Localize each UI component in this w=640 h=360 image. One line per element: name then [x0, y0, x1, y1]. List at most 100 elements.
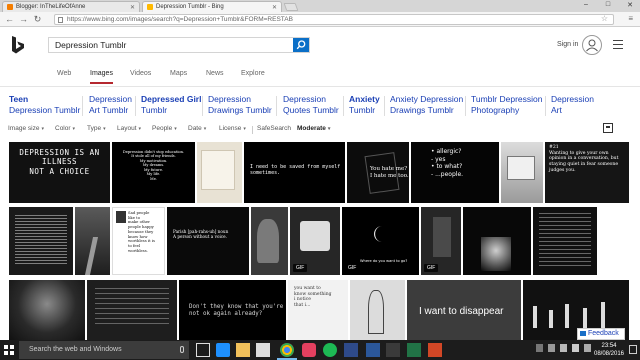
excel-icon[interactable]: [407, 343, 421, 357]
search-input[interactable]: [49, 38, 289, 52]
image-result[interactable]: you want to know something i notice that…: [288, 280, 348, 340]
tray-arrow-icon[interactable]: [536, 344, 543, 352]
image-result[interactable]: Depression didn't stop education. It sto…: [112, 142, 195, 203]
image-result[interactable]: Parish [pah-rahs-uh] noun A person witho…: [167, 207, 249, 275]
taskbar-search-box[interactable]: Search the web and Windows: [19, 341, 189, 359]
close-tab-icon[interactable]: ✕: [269, 4, 277, 11]
bing-logo-icon[interactable]: [10, 35, 26, 55]
tab-news[interactable]: News: [206, 70, 224, 77]
cage-figure: [481, 237, 511, 271]
battery-icon[interactable]: [548, 344, 555, 352]
avatar[interactable]: [582, 35, 602, 55]
image-result[interactable]: I want to disappear: [407, 280, 521, 340]
app-icon[interactable]: [344, 343, 358, 357]
tab-maps[interactable]: Maps: [170, 70, 187, 77]
search-button[interactable]: [293, 38, 309, 52]
image-caption: Sad people like to make other people hap…: [128, 210, 155, 253]
volume-icon[interactable]: [572, 344, 579, 352]
image-result[interactable]: GIF: [421, 207, 461, 275]
powerpoint-icon[interactable]: [428, 343, 442, 357]
minimize-button[interactable]: –: [580, 1, 592, 9]
image-result[interactable]: [251, 207, 288, 275]
app-icon[interactable]: [386, 343, 400, 357]
image-result[interactable]: #21 Wanting to give your own opinion in …: [545, 142, 629, 203]
image-result[interactable]: You hate me? I hate me too.: [347, 142, 409, 203]
image-result[interactable]: [350, 280, 405, 340]
address-bar[interactable]: https://www.bing.com/images/search?q=Dep…: [54, 14, 614, 25]
filter-image-size[interactable]: Image size ▾: [8, 125, 44, 132]
filter-type[interactable]: Type ▾: [87, 125, 106, 132]
reload-icon[interactable]: ↻: [32, 14, 43, 25]
related-search-link[interactable]: Teen Depression Tumblr: [9, 94, 80, 115]
image-result[interactable]: [197, 142, 242, 203]
file-explorer-icon[interactable]: [236, 343, 250, 357]
image-caption: Where do you want to go?: [360, 259, 408, 263]
feedback-button[interactable]: Feedback: [577, 328, 625, 340]
bookmark-star-icon[interactable]: ☆: [601, 14, 608, 23]
toggle-panel-icon[interactable]: [603, 123, 613, 133]
notifications-icon[interactable]: [629, 345, 637, 354]
back-arrow-icon[interactable]: ←: [4, 14, 15, 25]
filter-date[interactable]: Date ▾: [188, 125, 206, 132]
new-tab-button[interactable]: [283, 3, 299, 11]
related-search-link[interactable]: Depressed Girl Tumblr: [141, 94, 201, 115]
maximize-button[interactable]: □: [602, 1, 614, 9]
tab-bing-search[interactable]: Depression Tumblr - Bing ✕: [142, 1, 282, 12]
taskbar-clock[interactable]: 23:54 08/08/2016: [589, 342, 629, 358]
tab-videos[interactable]: Videos: [130, 70, 151, 77]
forward-arrow-icon[interactable]: →: [18, 14, 29, 25]
store-icon[interactable]: [256, 343, 270, 357]
close-tab-icon[interactable]: ✕: [127, 4, 135, 11]
filter-people[interactable]: People ▾: [152, 125, 177, 132]
related-search-link[interactable]: Depression Quotes Tumblr: [283, 94, 339, 115]
related-search-link[interactable]: Tumblr Depression Photography: [471, 94, 543, 115]
hamburger-menu-icon[interactable]: [613, 40, 623, 49]
browser-menu-icon[interactable]: ≡: [628, 14, 633, 23]
image-caption: Don't they know that you're not ok again…: [189, 304, 284, 318]
close-window-button[interactable]: ✕: [624, 1, 636, 9]
chrome-icon[interactable]: [277, 343, 297, 360]
image-result[interactable]: [75, 207, 110, 275]
image-result[interactable]: Where do you want to go? GIF: [342, 207, 419, 275]
related-search-link[interactable]: Depression Art Tumblr: [89, 94, 132, 115]
text-lines: [15, 215, 67, 265]
image-result[interactable]: • allergic? - yes • to what? - ...people…: [411, 142, 499, 203]
image-result[interactable]: [87, 280, 177, 340]
filter-license[interactable]: License ▾: [219, 125, 246, 132]
image-result[interactable]: [463, 207, 531, 275]
image-result[interactable]: [9, 280, 85, 340]
related-line2: Drawings Tumblr: [390, 104, 454, 115]
tab-blogger[interactable]: Blogger: InTheLifeOfAnne ✕: [2, 1, 140, 12]
image-result[interactable]: DEPRESSION IS AN ILLNESS NOT A CHOICE: [9, 142, 110, 203]
microphone-icon[interactable]: [180, 346, 184, 353]
safesearch-dropdown[interactable]: Moderate ▾: [297, 125, 330, 132]
edge-icon[interactable]: [216, 343, 230, 357]
word-icon[interactable]: [366, 343, 380, 357]
image-result[interactable]: Don't they know that you're not ok again…: [179, 280, 286, 340]
related-search-link[interactable]: Depression Art: [551, 94, 594, 115]
related-search-link[interactable]: Anxiety Depression Drawings Tumblr: [390, 94, 463, 115]
tab-explore[interactable]: Explore: [241, 70, 265, 77]
network-icon[interactable]: [560, 344, 567, 352]
related-search-link[interactable]: Anxiety Tumblr: [349, 94, 380, 115]
task-view-icon[interactable]: [196, 343, 210, 357]
image-result[interactable]: [9, 207, 73, 275]
spotify-icon[interactable]: [323, 343, 337, 357]
image-result[interactable]: [501, 142, 543, 203]
text-lines: [539, 213, 591, 269]
window: [433, 217, 451, 257]
related-search-link[interactable]: Depression Drawings Tumblr: [208, 94, 272, 115]
app-icon[interactable]: [302, 343, 316, 357]
tab-web[interactable]: Web: [57, 70, 71, 77]
image-result[interactable]: Sad people like to make other people hap…: [112, 207, 165, 275]
windows-start-icon[interactable]: [4, 345, 14, 355]
image-result[interactable]: GIF: [290, 207, 340, 275]
image-result[interactable]: I need to be saved from myself sometimes…: [244, 142, 345, 203]
tab-images[interactable]: Images: [90, 70, 113, 84]
image-results: DEPRESSION IS AN ILLNESS NOT A CHOICE De…: [0, 140, 640, 355]
sign-in-link[interactable]: Sign in: [557, 41, 578, 48]
candle: [533, 306, 537, 328]
image-result[interactable]: [533, 207, 597, 275]
filter-layout[interactable]: Layout ▾: [117, 125, 141, 132]
filter-color[interactable]: Color ▾: [55, 125, 75, 132]
